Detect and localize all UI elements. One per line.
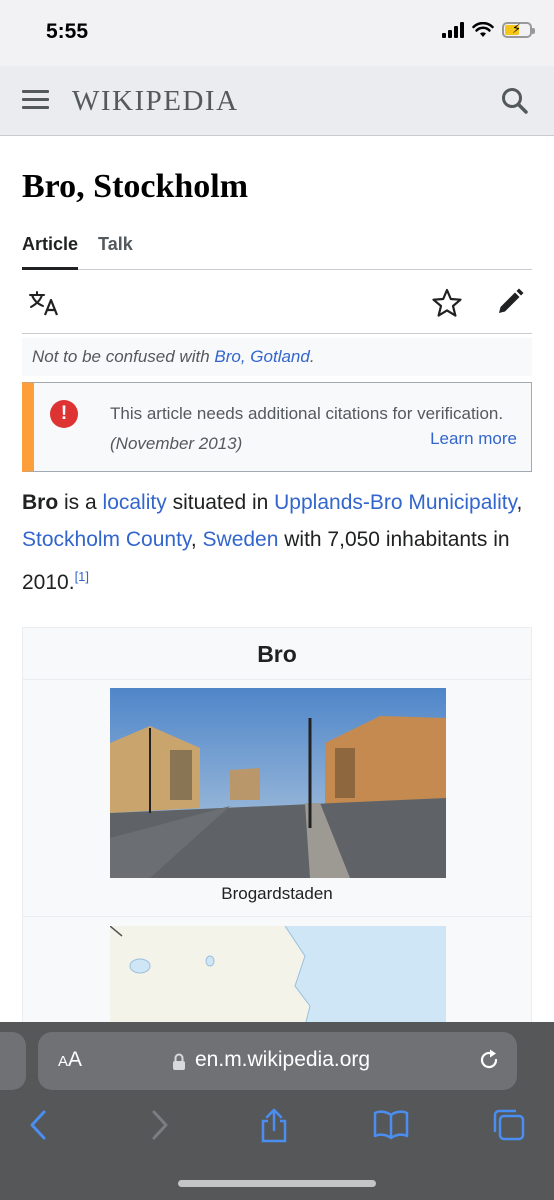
lead-text: , — [190, 528, 203, 551]
bookmarks-icon[interactable] — [373, 1108, 409, 1145]
article-subject: Bro — [22, 491, 59, 514]
hamburger-icon[interactable] — [22, 90, 49, 110]
forward-icon[interactable] — [148, 1108, 170, 1147]
aa-big: A — [68, 1048, 83, 1071]
home-indicator — [178, 1180, 376, 1187]
tab-talk[interactable]: Talk — [98, 234, 133, 270]
reference-1[interactable]: [1] — [75, 569, 89, 584]
alert-icon: ! — [50, 400, 78, 428]
infobox: Bro Brogardstaden — [22, 627, 532, 1047]
status-bar: 5:55 ⚡ — [0, 0, 554, 66]
status-time: 5:55 — [46, 20, 89, 43]
lock-icon — [172, 1053, 186, 1076]
lead-text: situated in — [166, 491, 275, 514]
language-icon[interactable] — [28, 290, 60, 321]
browser-nav-row — [0, 1108, 554, 1148]
wikipedia-wordmark[interactable]: WIKIPEDIA — [72, 85, 239, 118]
address-bar[interactable]: AA en.m.wikipedia.org — [38, 1032, 517, 1090]
page-tabs: Article Talk — [22, 234, 532, 270]
page-title: Bro, Stockholm — [22, 168, 249, 205]
battery-icon: ⚡ — [502, 21, 535, 38]
infobox-divider — [23, 916, 531, 917]
reader-options-button[interactable]: AA — [58, 1048, 82, 1072]
browser-toolbar: AA en.m.wikipedia.org — [0, 1022, 554, 1200]
back-icon[interactable] — [28, 1108, 50, 1147]
wifi-icon — [472, 22, 494, 37]
notice-message: This article needs additional citations … — [110, 404, 504, 423]
status-icons: ⚡ — [442, 21, 535, 38]
tab-article[interactable]: Article — [22, 234, 79, 270]
hatnote-suffix: . — [309, 347, 315, 366]
tabs-icon[interactable] — [492, 1108, 526, 1147]
star-icon[interactable] — [432, 288, 462, 323]
lead-text: is a — [58, 491, 103, 514]
charging-bolt-icon: ⚡ — [512, 21, 522, 36]
infobox-caption: Brogardstaden — [221, 884, 333, 903]
url-text: en.m.wikipedia.org — [195, 1048, 371, 1071]
notice-date: (November 2013) — [110, 434, 243, 453]
wiki-header: WIKIPEDIA — [0, 66, 554, 136]
link-sweden[interactable]: Sweden — [203, 528, 279, 551]
signal-icon — [442, 22, 464, 38]
pencil-icon[interactable] — [496, 288, 524, 321]
share-icon[interactable] — [259, 1108, 289, 1149]
learn-more-link[interactable]: Learn more — [430, 429, 517, 449]
link-locality[interactable]: locality — [103, 491, 167, 514]
lead-paragraph: Bro is a locality situated in Upplands-B… — [22, 484, 532, 601]
citation-notice[interactable]: ! This article needs additional citation… — [22, 382, 532, 472]
search-icon[interactable] — [500, 86, 530, 116]
page-actions-toolbar — [22, 270, 532, 334]
infobox-photo[interactable] — [110, 688, 446, 878]
hatnote: Not to be confused with Bro, Gotland. — [22, 338, 532, 376]
aa-small: A — [58, 1053, 69, 1070]
lead-text: , — [516, 491, 523, 514]
hatnote-text: Not to be confused with — [32, 347, 215, 366]
previous-tab-preview[interactable] — [0, 1032, 26, 1090]
hatnote-link[interactable]: Bro, Gotland — [214, 347, 309, 366]
link-stockholm-county[interactable]: Stockholm County — [22, 528, 191, 551]
infobox-title: Bro — [23, 628, 531, 680]
link-upplands-bro[interactable]: Upplands-Bro Municipality — [274, 491, 516, 514]
reload-icon[interactable] — [477, 1048, 501, 1077]
